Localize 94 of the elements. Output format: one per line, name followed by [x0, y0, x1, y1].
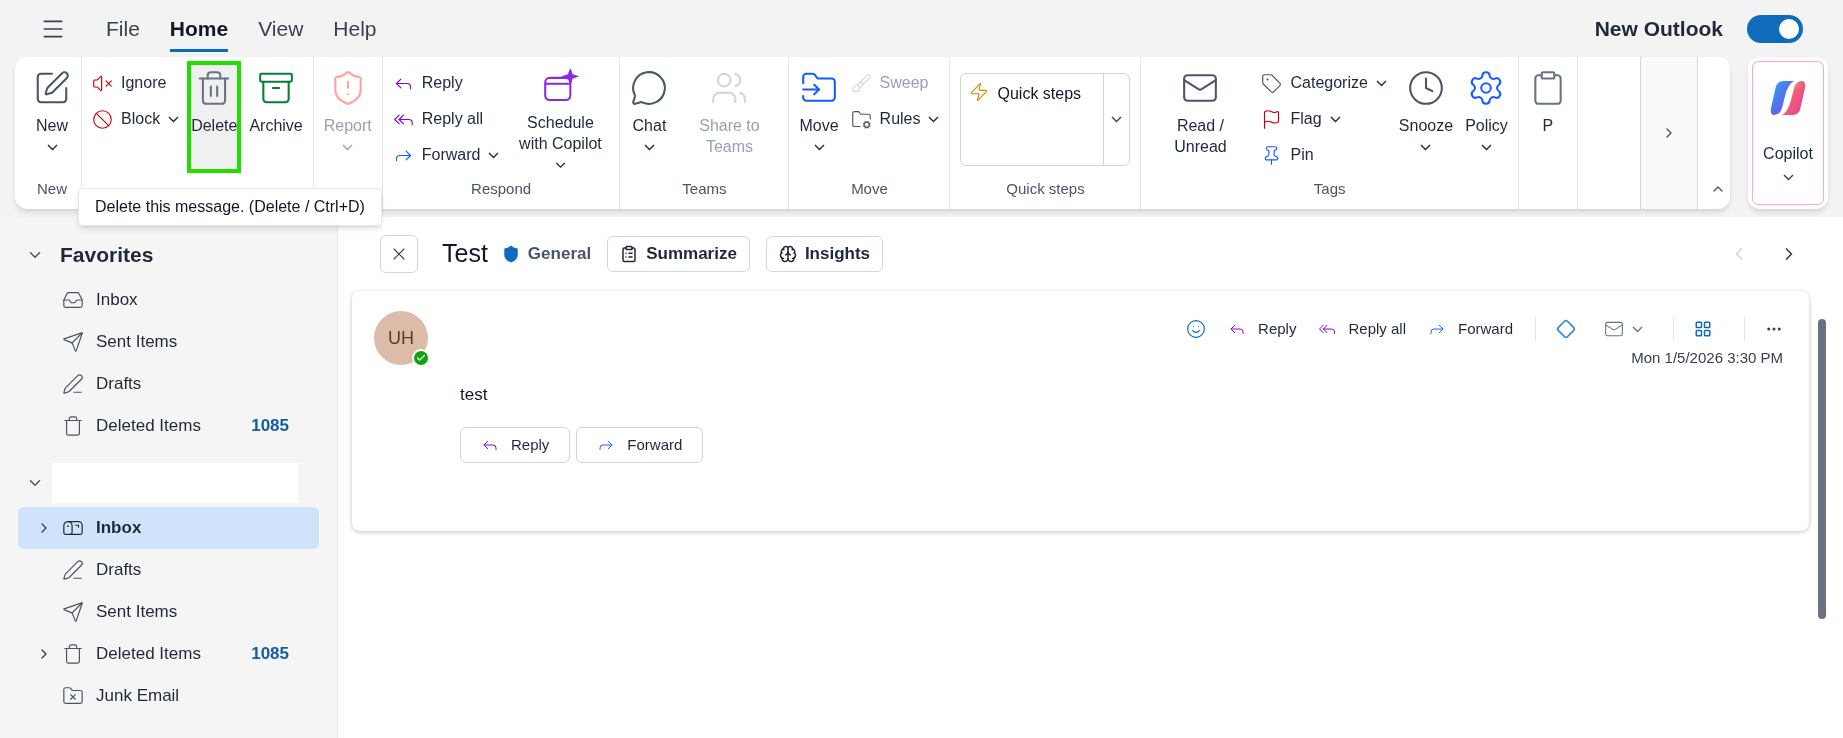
- envelope-icon[interactable]: [1604, 319, 1624, 339]
- folder-item[interactable]: Junk Email: [18, 675, 319, 717]
- shield-icon: [501, 245, 520, 263]
- ribbon-button[interactable]: Reply all: [388, 101, 504, 137]
- ribbon-button[interactable]: Archive: [245, 61, 307, 173]
- chevron-down-icon: [488, 151, 500, 159]
- action-button[interactable]: Reply: [1228, 317, 1297, 341]
- lightning-icon: [969, 82, 990, 102]
- unread-count: 1085: [251, 643, 289, 666]
- message-body: test: [460, 383, 489, 406]
- ribbon-button[interactable]: Delete: [187, 61, 242, 173]
- block-icon: [92, 108, 113, 130]
- group-label: Tags: [1313, 178, 1346, 199]
- chevron-down-icon: [46, 144, 58, 151]
- trash-icon: [62, 415, 84, 437]
- folder-item[interactable]: Drafts: [18, 363, 319, 405]
- chevron-down-icon: [554, 162, 566, 169]
- copilot-button[interactable]: Copilot: [1752, 61, 1824, 205]
- folder-item[interactable]: Sent Items: [18, 321, 319, 363]
- ribbon-button[interactable]: Reply: [388, 65, 504, 101]
- folder-item[interactable]: Deleted Items 1085: [18, 405, 319, 447]
- menu-tab[interactable]: File: [106, 5, 140, 52]
- menu-tab[interactable]: Help: [333, 5, 377, 52]
- tool-button[interactable]: Summarize: [607, 236, 750, 272]
- trash-icon: [62, 643, 84, 665]
- sensitivity-label: General: [527, 243, 592, 266]
- ribbon-button[interactable]: Chat: [626, 61, 673, 173]
- ribbon-button[interactable]: Rules: [846, 101, 944, 137]
- folder-rules-icon: [850, 108, 872, 130]
- chevron-down-icon: [643, 144, 655, 151]
- new-outlook-label: New Outlook: [1594, 15, 1723, 42]
- ribbon-button[interactable]: Schedule with Copilot: [507, 61, 614, 173]
- unread-count: 1085: [251, 415, 289, 438]
- tool-button[interactable]: Insights: [765, 236, 884, 272]
- folder-item[interactable]: Inbox: [18, 507, 319, 549]
- ribbon-button[interactable]: Categorize: [1257, 65, 1391, 101]
- folder-item[interactable]: Inbox: [18, 279, 319, 321]
- group-label: New: [37, 178, 67, 199]
- copilot-logo-icon: [1768, 78, 1808, 118]
- broom-icon: [850, 72, 872, 94]
- folder-item[interactable]: Deleted Items 1085: [18, 633, 319, 675]
- tag-icon: [1261, 72, 1283, 94]
- send-icon: [62, 601, 84, 623]
- pencil-icon: [62, 373, 84, 395]
- message-date: Mon 1/5/2026 3:30 PM: [1631, 348, 1783, 368]
- ribbon-button[interactable]: Flag: [1257, 101, 1391, 137]
- emoji-icon[interactable]: [1186, 319, 1207, 339]
- toggle-switch[interactable]: [1747, 14, 1803, 43]
- avatar: UH: [374, 311, 428, 365]
- ribbon-button[interactable]: New: [29, 61, 75, 173]
- ribbon-button[interactable]: P: [1524, 61, 1571, 173]
- section-header: Favorites: [60, 242, 154, 269]
- ribbon-button[interactable]: Read / Unread: [1147, 61, 1254, 173]
- group-label: Teams: [682, 178, 727, 199]
- send-icon: [62, 331, 84, 353]
- list-sparkle-icon: [620, 245, 639, 263]
- action-button[interactable]: Forward: [1428, 317, 1513, 341]
- clock-icon: [1407, 69, 1445, 107]
- action-button[interactable]: Reply all: [1318, 317, 1406, 341]
- folder-item[interactable]: Drafts: [18, 549, 319, 591]
- ribbon-button[interactable]: Ignore: [88, 65, 184, 101]
- menu-tab[interactable]: View: [258, 5, 304, 52]
- chevron-down-icon: [1329, 115, 1341, 123]
- footer-action-button[interactable]: Forward: [576, 427, 704, 463]
- ribbon-button[interactable]: Policy: [1461, 61, 1512, 173]
- chevron-down-icon: [1480, 144, 1492, 151]
- group-label: Move: [851, 178, 888, 199]
- menu-tab[interactable]: Home: [169, 5, 229, 52]
- quick-step-item[interactable]: Quick steps: [961, 74, 1104, 165]
- apps-icon[interactable]: [1694, 320, 1712, 338]
- tooltip: Delete this message. (Delete / Ctrl+D): [78, 188, 382, 226]
- chevron-down-icon: [342, 144, 354, 151]
- ribbon-button[interactable]: Snooze: [1394, 61, 1458, 173]
- ribbon-button[interactable]: Forward: [388, 137, 504, 173]
- chevron-down-icon: [168, 115, 180, 123]
- chat-bubble-icon: [630, 69, 669, 107]
- chevron-down-icon: [813, 144, 825, 151]
- ribbon-button[interactable]: Pin: [1257, 137, 1391, 173]
- footer-action-button[interactable]: Reply: [460, 427, 571, 463]
- chevron-down-icon: [1782, 174, 1794, 181]
- group-label: Quick steps: [1006, 178, 1085, 199]
- folder-blocked-icon: [62, 685, 84, 707]
- chevron-down-icon: [1111, 116, 1123, 123]
- chevron-down-icon: [1375, 79, 1387, 87]
- chevron-down-icon[interactable]: [1632, 325, 1643, 333]
- pencil-icon: [62, 559, 84, 581]
- folder-item[interactable]: Sent Items: [18, 591, 319, 633]
- ribbon-button[interactable]: Block: [88, 101, 184, 137]
- brain-icon: [778, 245, 797, 263]
- group-label: Respond: [471, 178, 532, 199]
- chevron-down-icon: [928, 115, 940, 123]
- message-subject: Test: [442, 238, 488, 270]
- chevron-down-icon: [1420, 144, 1432, 151]
- ribbon-button[interactable]: Move: [795, 61, 843, 173]
